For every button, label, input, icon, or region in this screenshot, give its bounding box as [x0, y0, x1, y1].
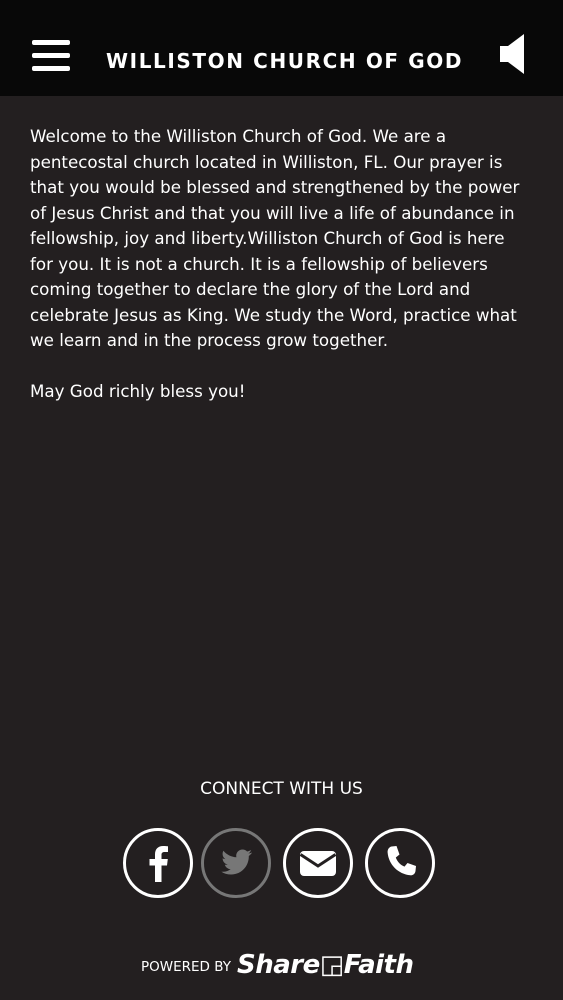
sharefaith-logo[interactable]: Share◲Faith: [237, 948, 414, 982]
app-header: WILLISTON CHURCH OF GOD: [0, 0, 563, 96]
welcome-content: Welcome to the Williston Church of God. …: [30, 124, 532, 405]
phone-button[interactable]: [365, 828, 435, 898]
social-links: [0, 828, 563, 898]
site-title: WILLISTON CHURCH OF GOD: [106, 49, 464, 73]
facebook-icon: [149, 846, 168, 882]
blessing-paragraph: May God richly bless you!: [30, 381, 246, 401]
speaker-icon[interactable]: [498, 33, 528, 75]
twitter-icon: [221, 849, 252, 875]
phone-icon: [387, 846, 416, 876]
email-button[interactable]: [283, 828, 353, 898]
powered-by-label: POWERED BY: [141, 959, 232, 975]
hamburger-menu-icon[interactable]: [32, 40, 70, 72]
welcome-paragraph: Welcome to the Williston Church of God. …: [30, 126, 520, 350]
facebook-button[interactable]: [123, 828, 193, 898]
powered-by: POWERED BY Share◲Faith: [141, 948, 431, 984]
connect-heading: CONNECT WITH US: [200, 779, 363, 799]
email-icon: [299, 851, 337, 876]
twitter-button[interactable]: [201, 828, 271, 898]
